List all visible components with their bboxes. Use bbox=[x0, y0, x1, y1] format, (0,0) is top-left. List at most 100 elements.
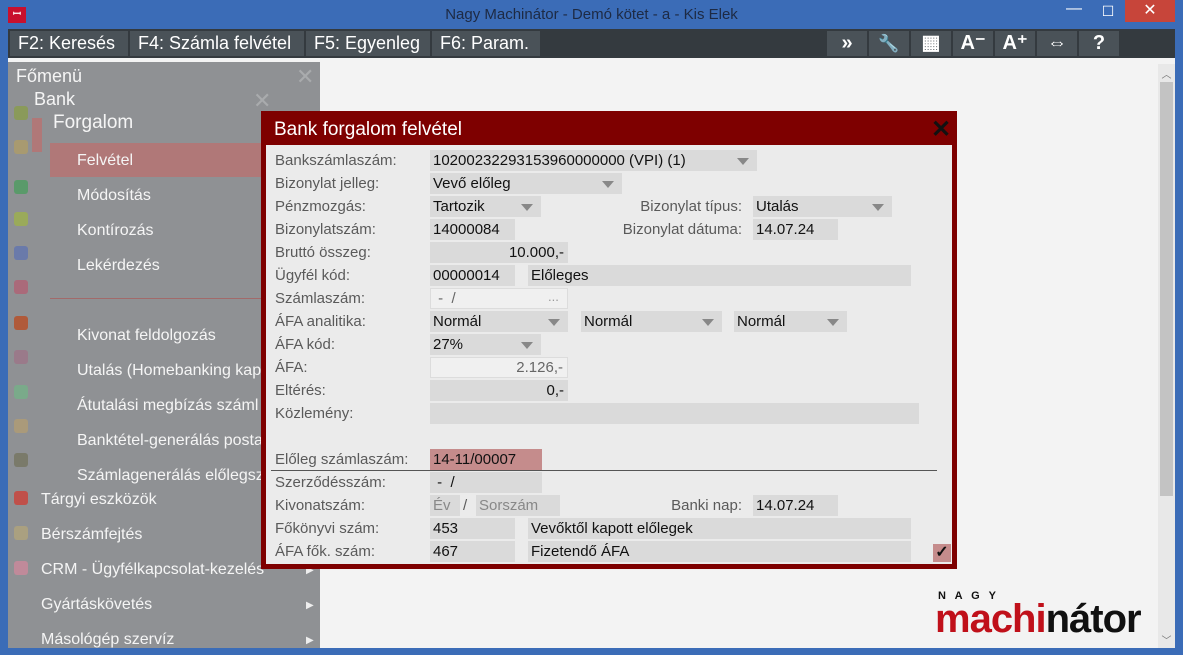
resize-icon[interactable]: ⇔ bbox=[1037, 31, 1077, 56]
label: ÁFA: bbox=[275, 359, 308, 376]
document-date-field[interactable]: 14.07.24 bbox=[753, 219, 838, 240]
people-icon bbox=[14, 350, 28, 364]
menu-item-banktetel[interactable]: Banktétel-generálás posta bbox=[77, 432, 263, 450]
menu-item-lekerdezes[interactable]: Lekérdezés bbox=[77, 257, 160, 275]
scrollbar-thumb[interactable] bbox=[1160, 82, 1173, 496]
logo-black-text: nátor bbox=[1045, 602, 1142, 636]
params-button[interactable]: F6: Param. bbox=[432, 31, 540, 56]
menu-item-szamlagen[interactable]: Számlagenerálás előlegsz bbox=[77, 467, 264, 485]
label: Főkönyvi szám: bbox=[275, 520, 380, 537]
minimize-button[interactable]: — bbox=[1057, 0, 1091, 22]
vat-ledger-name-field: Fizetendő ÁFA bbox=[528, 541, 911, 562]
dialog-close-button[interactable]: ✕ bbox=[931, 115, 951, 144]
help-icon[interactable]: ? bbox=[1079, 31, 1119, 56]
menu-item-gyartas[interactable]: Gyártáskövetés bbox=[41, 596, 152, 614]
browse-button[interactable]: ... bbox=[548, 289, 559, 304]
document-number-field[interactable]: 14000084 bbox=[430, 219, 515, 240]
document-kind-select[interactable]: Utalás bbox=[753, 196, 892, 217]
forward-icon[interactable]: » bbox=[827, 31, 867, 56]
vat-ledger-number-field[interactable]: 467 bbox=[430, 541, 515, 562]
bank-account-select[interactable]: 10200232293153960000000 (VPI) (1) bbox=[430, 150, 757, 171]
nagy-machinator-logo: N A G Y machinátor bbox=[935, 590, 1158, 636]
menu-item-masologep[interactable]: Másológép szervíz bbox=[41, 631, 174, 648]
grid-icon[interactable]: ▦ bbox=[911, 31, 951, 56]
label: Ügyfél kód: bbox=[275, 267, 351, 284]
menu-item-modositas[interactable]: Módosítás bbox=[77, 187, 151, 205]
vat-analytics-select-1[interactable]: Normál bbox=[430, 311, 568, 332]
label: ÁFA analitika: bbox=[275, 313, 366, 330]
vat-code-select[interactable]: 27% bbox=[430, 334, 541, 355]
separator: / bbox=[463, 497, 468, 514]
menu-bank-title: Bank bbox=[34, 89, 76, 109]
label: Bizonylatszám: bbox=[275, 221, 376, 238]
money-movement-select[interactable]: Tartozik bbox=[430, 196, 541, 217]
dialog-title: Bank forgalom felvétel bbox=[274, 119, 462, 140]
house-icon bbox=[14, 491, 28, 505]
bank-icon bbox=[14, 106, 28, 120]
confirm-checkmark-button[interactable]: ✓ bbox=[933, 544, 951, 562]
close-menu-icon[interactable]: ✕ bbox=[296, 64, 314, 90]
ledger-icon bbox=[14, 180, 28, 194]
crm-icon bbox=[14, 561, 28, 575]
menu-item-utalas[interactable]: Utalás (Homebanking kap bbox=[77, 362, 261, 380]
window-title: Nagy Machinátor - Demó kötet - a - Kis E… bbox=[445, 6, 738, 23]
vat-amount-field: 2.126,- bbox=[430, 357, 568, 378]
label: Bizonylat jelleg: bbox=[275, 175, 380, 192]
vat-analytics-select-3[interactable]: Normál bbox=[734, 311, 847, 332]
ledger-number-field[interactable]: 453 bbox=[430, 518, 515, 539]
customer-code-field[interactable]: 00000014 bbox=[430, 265, 515, 286]
menu-item-crm[interactable]: CRM - Ügyfélkapcsolat-kezelés bbox=[41, 561, 264, 579]
close-window-button[interactable]: ✕ bbox=[1125, 0, 1175, 22]
note-field[interactable] bbox=[430, 403, 919, 424]
menu-item-kivonat[interactable]: Kivonat feldolgozás bbox=[77, 327, 216, 345]
label: Pénzmozgás: bbox=[275, 198, 366, 215]
difference-field[interactable]: 0,- bbox=[430, 380, 568, 401]
search-button[interactable]: F2: Keresés bbox=[10, 31, 128, 56]
invoice-entry-button[interactable]: F4: Számla felvétel bbox=[130, 31, 304, 56]
font-decrease-icon[interactable]: A⁻ bbox=[953, 31, 993, 56]
logo-top-text: N A G Y bbox=[938, 590, 999, 602]
menu-item-felvetel[interactable]: Felvétel bbox=[77, 152, 133, 170]
label: Bizonylat típus: bbox=[640, 198, 742, 215]
gross-amount-field[interactable]: 10.000,- bbox=[430, 242, 568, 263]
register-icon bbox=[14, 453, 28, 467]
toolbar: F2: Keresés F4: Számla felvétel F5: Egye… bbox=[8, 29, 1175, 58]
vat-analytics-select-2[interactable]: Normál bbox=[581, 311, 722, 332]
menu-item-berszamfejtes[interactable]: Bérszámfejtés bbox=[41, 526, 142, 544]
envelope-icon bbox=[14, 526, 28, 540]
label: Számlaszám: bbox=[275, 290, 366, 307]
chart-icon bbox=[14, 246, 28, 260]
menu-root-title: Főmenü bbox=[16, 66, 83, 86]
customer-name-field[interactable]: Előleges bbox=[528, 265, 911, 286]
ledger-name-field: Vevőktől kapott előlegek bbox=[528, 518, 911, 539]
scroll-up-icon[interactable]: ︿ bbox=[1158, 66, 1175, 81]
divider bbox=[271, 470, 937, 471]
scroll-down-icon[interactable]: ﹀ bbox=[1158, 632, 1175, 647]
label: Banki nap: bbox=[671, 497, 742, 514]
balance-button[interactable]: F5: Egyenleg bbox=[306, 31, 430, 56]
contract-number-field[interactable]: - / bbox=[430, 472, 542, 493]
dialog-body: Bankszámlaszám: 10200232293153960000000 … bbox=[266, 145, 952, 564]
statement-year-field[interactable]: Év bbox=[430, 495, 460, 516]
maximize-button[interactable]: ☐ bbox=[1091, 0, 1125, 22]
bank-day-field[interactable]: 14.07.24 bbox=[753, 495, 838, 516]
selection-marker bbox=[32, 118, 42, 152]
label: Közlemény: bbox=[275, 405, 354, 422]
advance-invoice-field[interactable]: 14-11/00007 bbox=[430, 449, 542, 470]
logo-red-text: machi bbox=[935, 602, 1047, 636]
document-type-select[interactable]: Vevő előleg bbox=[430, 173, 622, 194]
menu-forgalom-title: Forgalom bbox=[53, 112, 134, 133]
label: Bankszámlaszám: bbox=[275, 152, 397, 169]
menu-item-atutalasi[interactable]: Átutalási megbízás száml bbox=[77, 397, 258, 415]
submenu-arrow-icon: ▶ bbox=[306, 600, 314, 611]
label: Eltérés: bbox=[275, 382, 326, 399]
wrench-icon[interactable]: 🔧 bbox=[869, 31, 909, 56]
menu-item-kontirozas[interactable]: Kontírozás bbox=[77, 222, 153, 240]
label: Szerződésszám: bbox=[275, 474, 386, 491]
label: ÁFA kód: bbox=[275, 336, 336, 353]
menu-item-targyi[interactable]: Tárgyi eszközök bbox=[41, 491, 157, 509]
font-increase-icon[interactable]: A⁺ bbox=[995, 31, 1035, 56]
report-icon bbox=[14, 280, 28, 294]
submenu-arrow-icon: ▶ bbox=[306, 635, 314, 646]
label: Bruttó összeg: bbox=[275, 244, 371, 261]
